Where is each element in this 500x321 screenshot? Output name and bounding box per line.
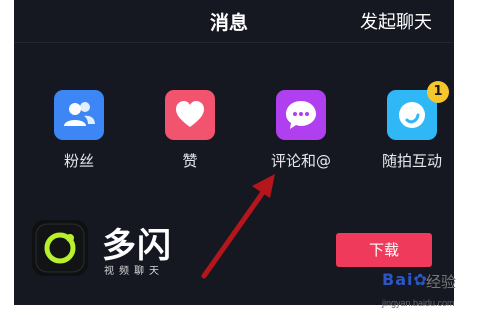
watermark-text: 经验: [426, 273, 457, 291]
baidu-watermark: Bai✿ 经验 jingyan.baidu.com: [382, 270, 497, 318]
screenshot: 消息 发起聊天 粉丝 赞 评论和@ 1 随拍互动 多闪 视频聊天 下载 Bai✿…: [0, 0, 500, 321]
watermark-url: jingyan.baidu.com: [382, 298, 455, 308]
baidu-logo: Bai✿: [382, 270, 428, 289]
